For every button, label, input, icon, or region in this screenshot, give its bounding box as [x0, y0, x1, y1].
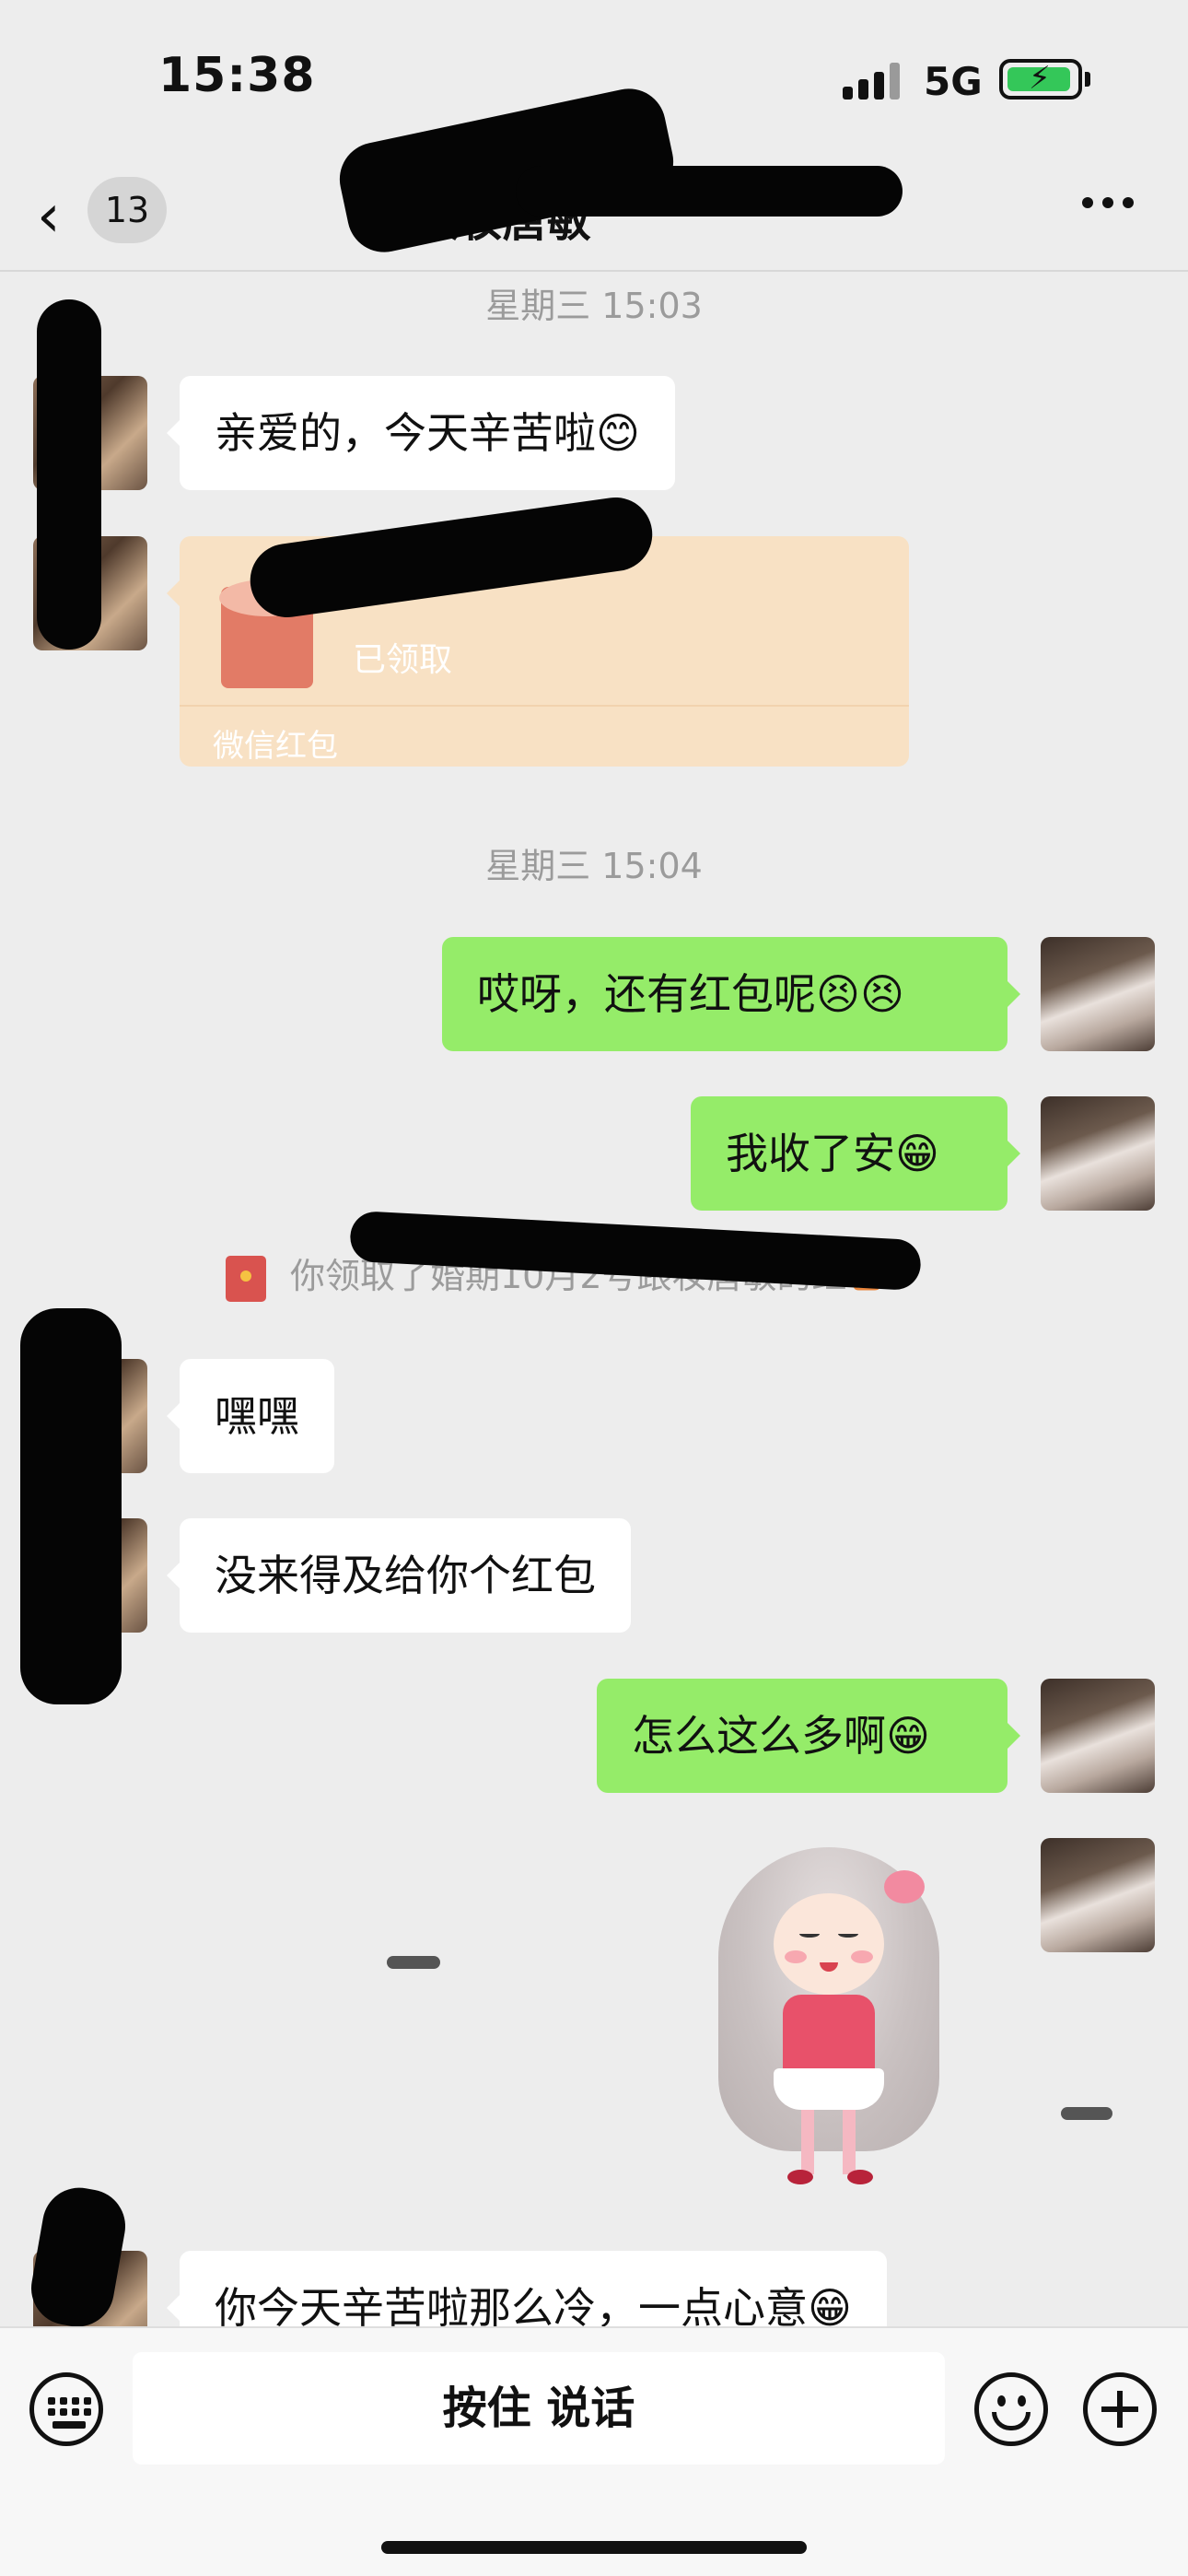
input-bar: 按住 说话 [0, 2326, 1188, 2576]
avatar[interactable] [1041, 937, 1155, 1051]
incoming-message[interactable]: 没来得及给你个红包 [167, 1518, 631, 1633]
plus-icon[interactable] [1083, 2372, 1157, 2446]
more-dots-icon[interactable] [1082, 197, 1137, 216]
incoming-message[interactable]: 亲爱的，今天辛苦啦😊 [167, 376, 675, 490]
incoming-message[interactable]: 嘿嘿 [167, 1359, 334, 1473]
battery-charging-icon: ⚡ [999, 59, 1082, 100]
redaction-scribble [20, 1308, 122, 1704]
hold-to-talk-button[interactable]: 按住 说话 [133, 2352, 945, 2465]
avatar[interactable] [1041, 1096, 1155, 1211]
timestamp: 星期三 15:03 [485, 286, 703, 326]
scribble-mark [1061, 2107, 1112, 2120]
keyboard-icon[interactable] [29, 2372, 103, 2446]
chat-header: ‹ 13 婚 跟妆唐敏 [0, 81, 1188, 272]
outgoing-message[interactable]: 怎么这么多啊😁 [597, 1679, 1020, 1793]
home-indicator[interactable] [381, 2541, 807, 2554]
signal-icon [843, 63, 902, 100]
scribble-mark [387, 1956, 440, 1969]
red-packet-footer: 微信红包 [213, 728, 338, 765]
redaction-scribble [516, 166, 903, 217]
red-packet-icon [226, 1255, 266, 1302]
redaction-scribble [37, 299, 101, 650]
emoji-icon[interactable] [974, 2372, 1048, 2446]
chevron-left-icon[interactable]: ‹ [37, 184, 83, 249]
avatar[interactable] [1041, 1679, 1155, 1793]
incoming-message[interactable]: 你今天辛苦啦那么冷，一点心意😁 [167, 2251, 887, 2326]
outgoing-message[interactable]: 哎呀，还有红包呢😣😣 [442, 937, 1020, 1051]
outgoing-message[interactable]: 我收了安😁 [691, 1096, 1020, 1211]
status-time: 15:38 [158, 48, 316, 103]
avatar[interactable] [1041, 1838, 1155, 1952]
message-list[interactable]: 星期三 15:03 亲爱的，今天辛苦啦😊 已领取 微信红包 星期三 15:04 … [0, 272, 1188, 2326]
network-label: 5G [924, 59, 983, 104]
timestamp: 星期三 15:04 [485, 846, 703, 886]
red-packet-status: 已领取 [353, 641, 453, 679]
divider [180, 705, 909, 707]
battery-tip [1085, 72, 1090, 87]
unread-count-badge[interactable]: 13 [87, 177, 167, 243]
cartoon-girl-sticker[interactable] [709, 1838, 949, 2207]
